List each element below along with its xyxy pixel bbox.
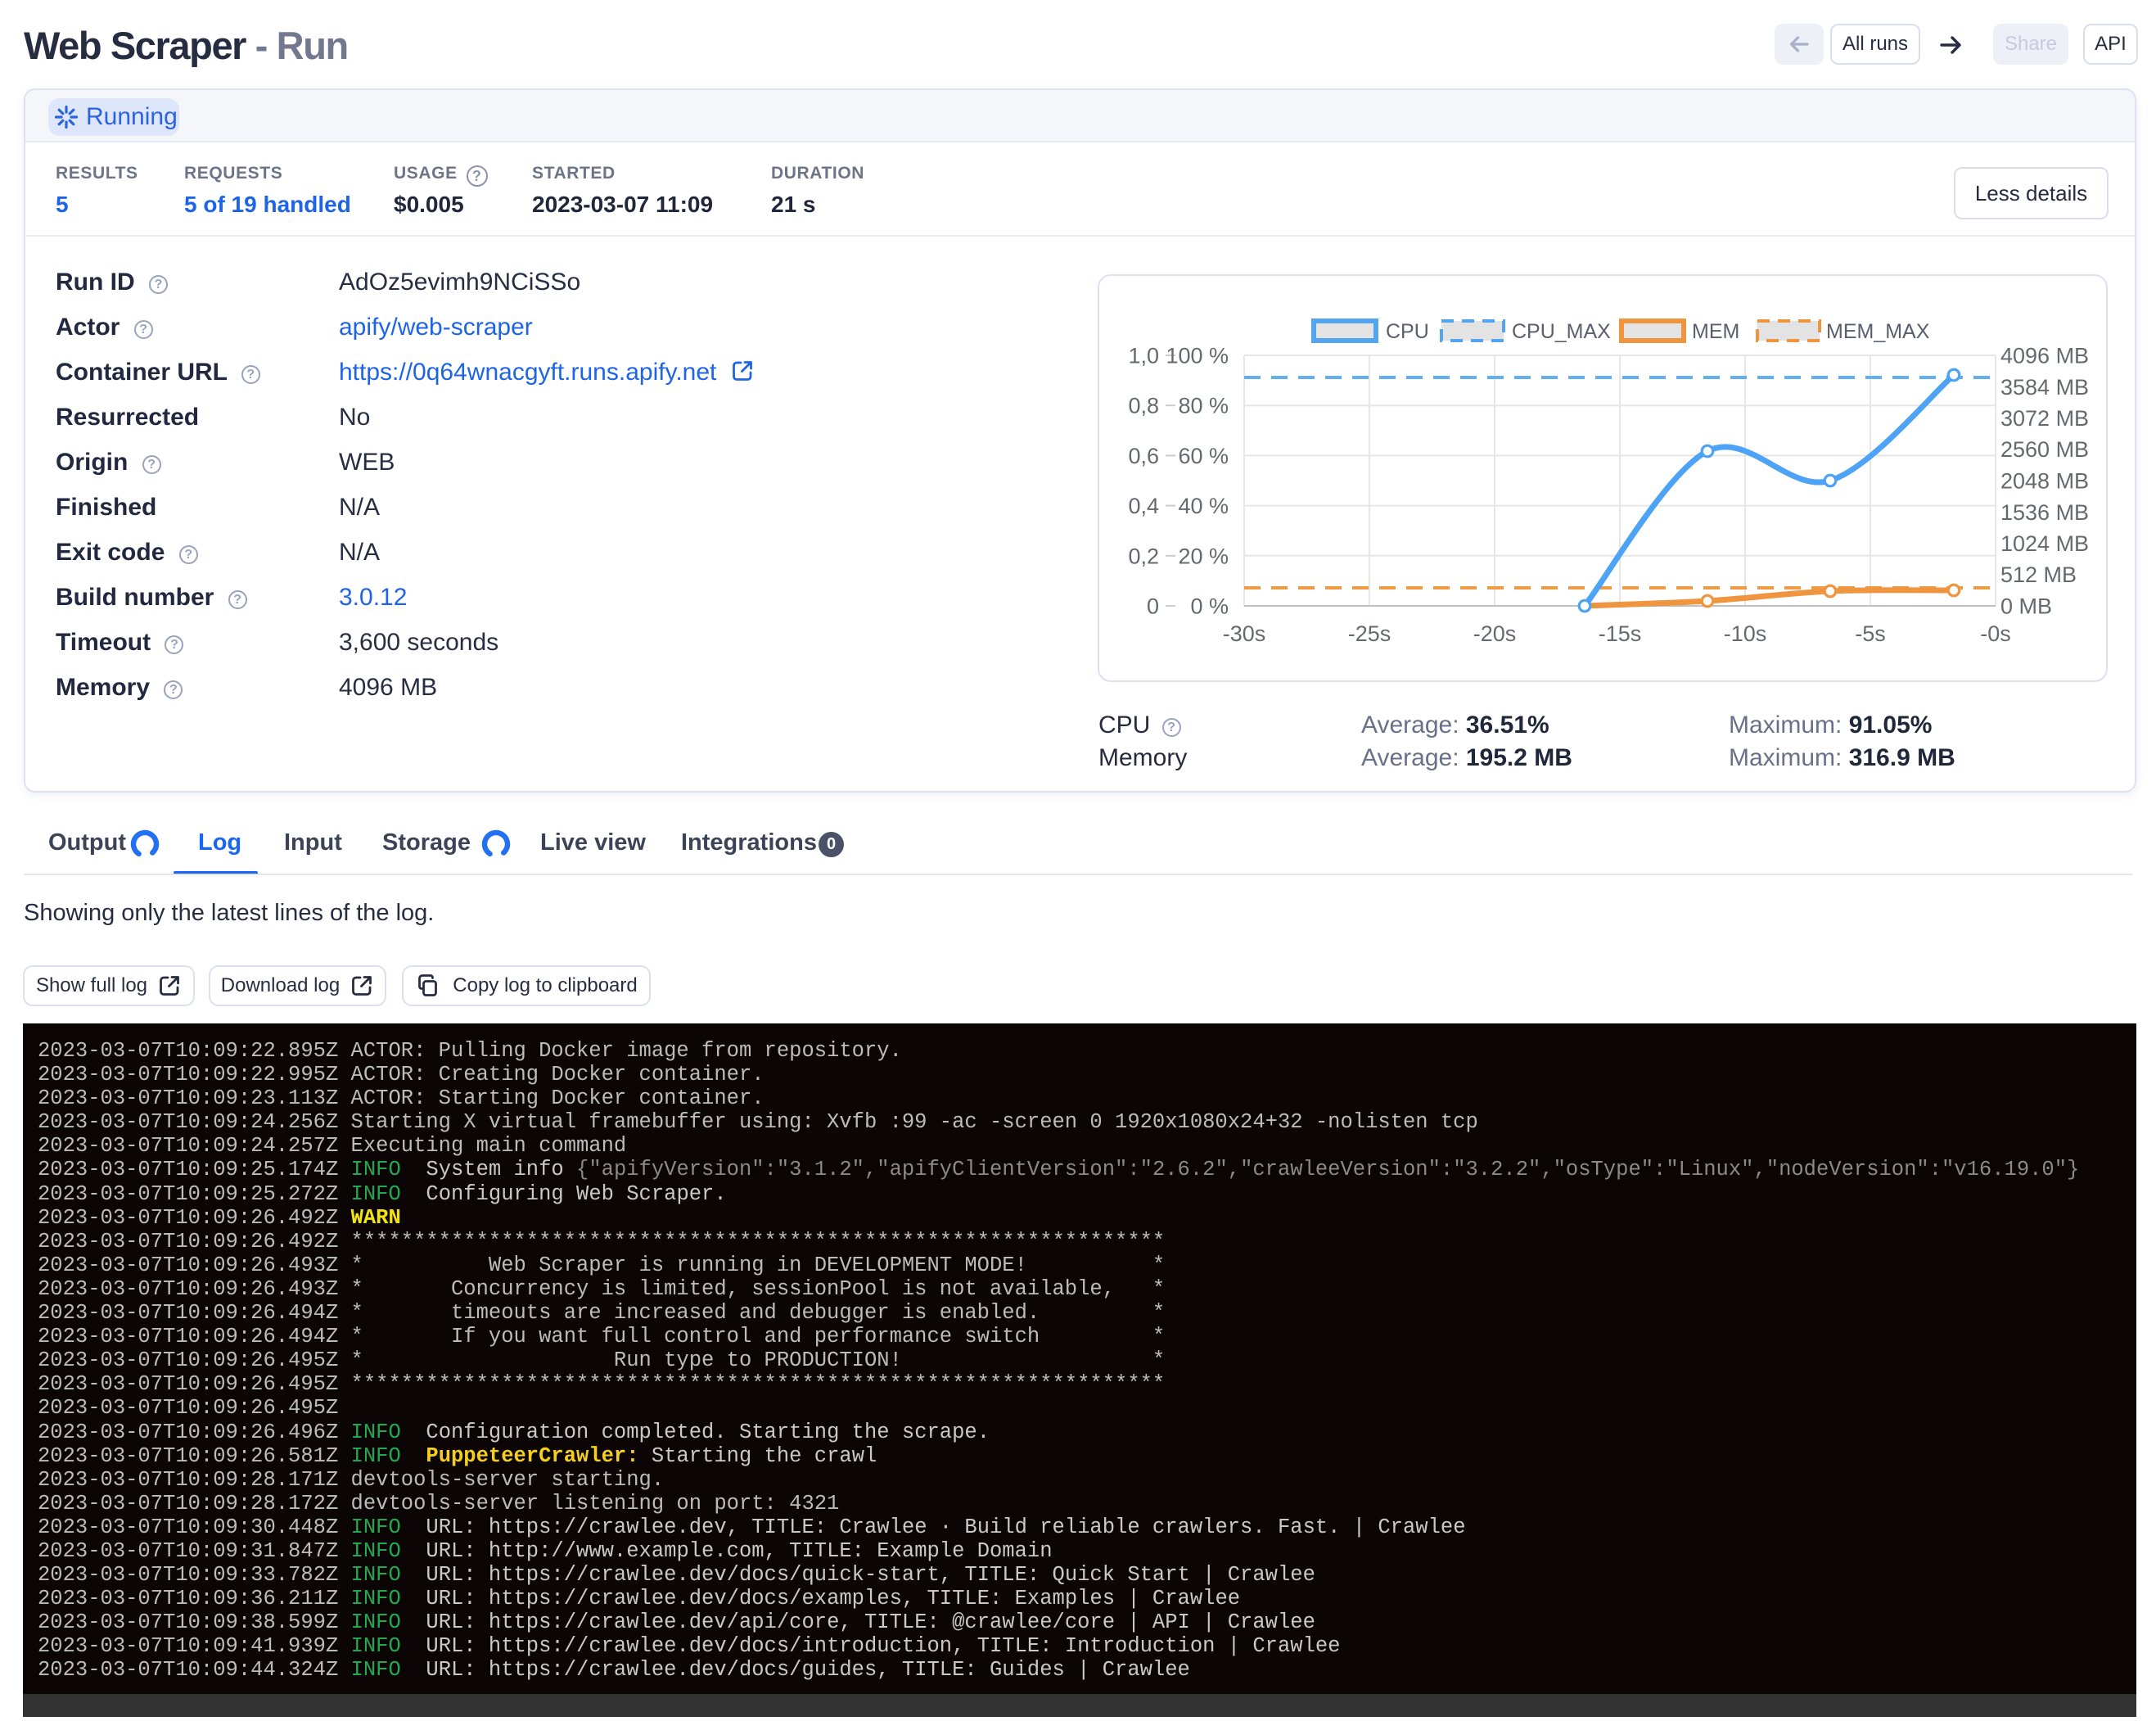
- svg-text:0 MB: 0 MB: [2000, 594, 2052, 619]
- svg-text:100 %: 100 %: [1166, 344, 1229, 368]
- svg-text:-0s: -0s: [1980, 621, 2011, 646]
- svg-text:0,2: 0,2: [1128, 544, 1159, 568]
- svg-text:0: 0: [1147, 594, 1159, 619]
- svg-text:40 %: 40 %: [1178, 494, 1229, 518]
- svg-text:0 %: 0 %: [1190, 594, 1229, 619]
- svg-text:2048 MB: 2048 MB: [2000, 469, 2089, 494]
- svg-text:1,0: 1,0: [1128, 344, 1159, 368]
- svg-text:2560 MB: 2560 MB: [2000, 437, 2089, 462]
- svg-text:-30s: -30s: [1223, 621, 1266, 646]
- svg-text:MEM: MEM: [1692, 320, 1739, 343]
- svg-text:0,6: 0,6: [1128, 444, 1159, 468]
- svg-text:60 %: 60 %: [1178, 444, 1229, 468]
- svg-text:20 %: 20 %: [1178, 544, 1229, 568]
- svg-text:CPU_MAX: CPU_MAX: [1512, 320, 1611, 343]
- svg-text:CPU: CPU: [1386, 320, 1429, 343]
- svg-text:MEM_MAX: MEM_MAX: [1826, 320, 1930, 343]
- svg-text:1024 MB: 1024 MB: [2000, 531, 2089, 556]
- svg-text:-25s: -25s: [1348, 621, 1391, 646]
- svg-text:4096 MB: 4096 MB: [2000, 344, 2089, 368]
- svg-text:0,4: 0,4: [1128, 494, 1159, 518]
- svg-text:-10s: -10s: [1724, 621, 1767, 646]
- svg-text:1536 MB: 1536 MB: [2000, 500, 2089, 525]
- svg-text:-5s: -5s: [1855, 621, 1886, 646]
- svg-text:80 %: 80 %: [1178, 394, 1229, 418]
- svg-text:3072 MB: 3072 MB: [2000, 406, 2089, 431]
- svg-text:512 MB: 512 MB: [2000, 562, 2077, 587]
- svg-text:-20s: -20s: [1473, 621, 1517, 646]
- svg-text:0,8: 0,8: [1128, 394, 1159, 418]
- svg-text:3584 MB: 3584 MB: [2000, 375, 2089, 400]
- svg-text:-15s: -15s: [1599, 621, 1642, 646]
